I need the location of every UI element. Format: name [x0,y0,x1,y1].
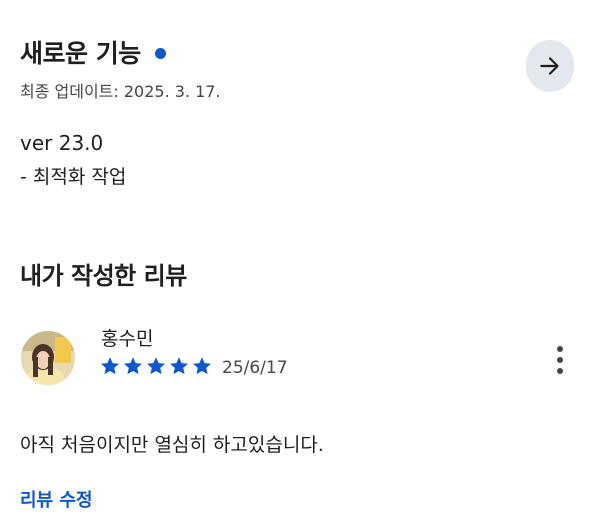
review-text: 아직 처음이지만 열심히 하고있습니다. [20,434,324,456]
star-icon [101,357,119,375]
new-indicator-dot [154,47,166,59]
whats-new-heading: 새로운 기능 [20,34,166,70]
whats-new-title: 새로운 기능 [20,39,141,68]
whats-new-arrow-button[interactable] [526,40,574,92]
release-note-version: ver 23.0 [20,131,104,155]
app-details-page: 새로운 기능 최종 업데이트: 2025. 3. 17. ver 23.0 - … [0,0,600,521]
avatar-photo [21,331,75,385]
star-rating [99,355,213,377]
my-review-heading: 내가 작성한 리뷰 [20,262,187,290]
star-icon [147,357,165,375]
more-vert-icon[interactable] [546,340,574,380]
arrow-right-icon [540,57,559,75]
last-updated-text: 최종 업데이트: 2025. 3. 17. [20,82,221,101]
release-notes: ver 23.0 - 최적화 작업 [20,130,126,198]
avatar [21,331,75,385]
star-icon [124,357,142,375]
reviewer-name: 홍수민 [101,328,154,350]
release-note-item: - 최적화 작업 [20,166,127,188]
star-icon [170,357,188,375]
edit-review-link[interactable]: 리뷰 수정 [20,486,93,512]
review-date: 25/6/17 [222,358,288,378]
star-icon [193,357,211,375]
